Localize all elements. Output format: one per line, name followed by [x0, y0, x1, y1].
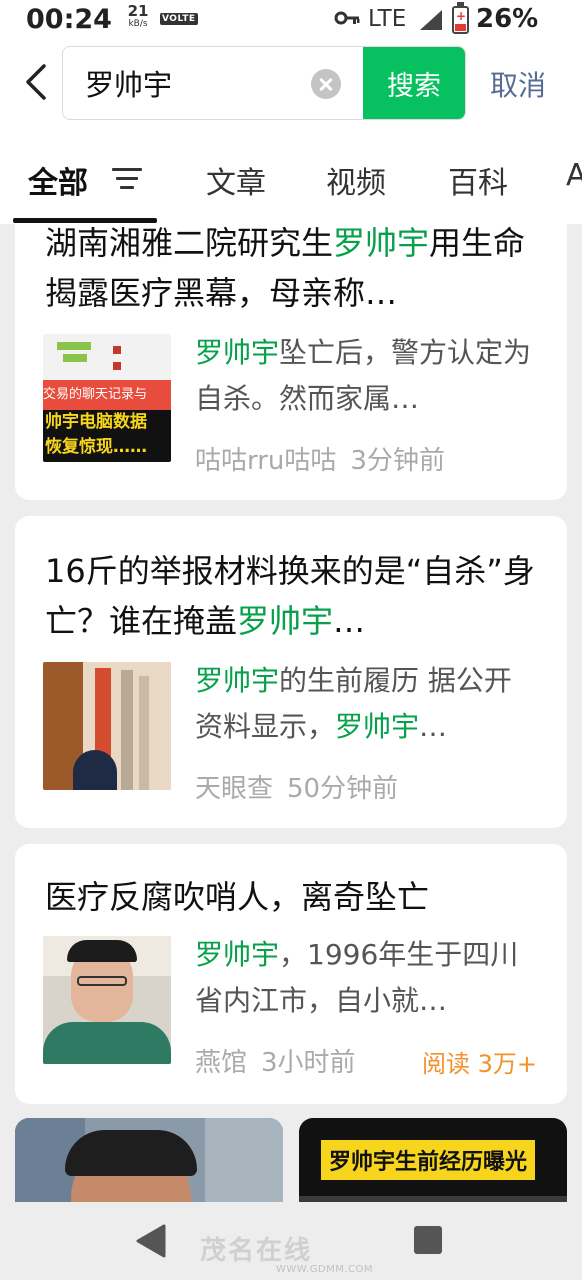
- status-bar: 00:24 21 kB/s VOLTE LTE + 26%: [0, 0, 582, 42]
- result-snippet: 罗帅宇坠亡后，警方认定为自杀。然而家属…: [195, 336, 532, 415]
- network-type: LTE: [368, 6, 407, 32]
- signal-icon: [420, 10, 442, 30]
- clear-icon[interactable]: [311, 69, 341, 99]
- result-thumbnail: [43, 662, 171, 790]
- result-source: 天眼查: [195, 774, 274, 804]
- tab-bar: 全部 文章 视频 百科 A: [0, 140, 582, 224]
- tab-encyclopedia[interactable]: 百科: [448, 158, 508, 202]
- result-time: 3分钟前: [350, 446, 445, 476]
- result-meta: 天眼查 50分钟前: [195, 768, 398, 805]
- result-snippet: 罗帅宇的生前履历 据公开资料显示，罗帅宇…: [195, 664, 512, 743]
- result-meta: 燕馆 3小时前: [195, 1042, 356, 1079]
- result-card-1[interactable]: 湖南湘雅二院研究生罗帅宇用生命揭露医疗黑幕，母亲称… 交易的聊天记录与 帅宇电脑…: [15, 224, 567, 500]
- read-count: 阅读 3万+: [421, 1050, 537, 1078]
- battery-percent: 26%: [476, 4, 539, 34]
- result-thumbnail: [43, 936, 171, 1064]
- tab-more[interactable]: A: [566, 158, 582, 193]
- net-speed-unit: kB/s: [128, 19, 148, 29]
- net-speed: 21 kB/s: [124, 2, 152, 31]
- battery-icon: +: [452, 2, 469, 34]
- result-source: 燕馆: [195, 1048, 248, 1078]
- nav-home-icon[interactable]: [272, 1224, 308, 1260]
- search-input[interactable]: [85, 61, 305, 105]
- result-card-2[interactable]: 16斤的举报材料换来的是“自杀”身亡？谁在掩盖罗帅宇… 罗帅宇的生前履历 据公开…: [15, 516, 567, 828]
- result-meta: 咕咕rru咕咕 3分钟前: [195, 440, 445, 477]
- tab-articles[interactable]: 文章: [206, 158, 266, 202]
- tab-all[interactable]: 全部: [28, 158, 88, 202]
- search-button[interactable]: 搜索: [363, 47, 465, 119]
- result-title: 16斤的举报材料换来的是“自杀”身亡？谁在掩盖罗帅宇…: [45, 552, 535, 640]
- result-source: 咕咕rru咕咕: [195, 446, 337, 476]
- results-list: 湖南湘雅二院研究生罗帅宇用生命揭露医疗黑幕，母亲称… 交易的聊天记录与 帅宇电脑…: [0, 224, 582, 1202]
- navigation-bar: 茂名在线 WWW.GDMM.COM: [0, 1202, 582, 1280]
- cancel-button[interactable]: 取消: [490, 64, 546, 104]
- watermark-url: WWW.GDMM.COM: [276, 1264, 374, 1275]
- net-speed-value: 21: [127, 2, 149, 20]
- result-thumbnail: 交易的聊天记录与 帅宇电脑数据 恢复惊现……: [43, 334, 171, 462]
- filter-icon[interactable]: [112, 166, 142, 192]
- result-card-3[interactable]: 医疗反腐吹哨人，离奇坠亡 罗帅宇，1996年生于四川省内江市，自小就… 燕馆 3小…: [15, 844, 567, 1104]
- tab-indicator: [13, 218, 157, 223]
- search-header: 搜索 取消: [0, 42, 582, 140]
- status-time: 00:24: [26, 4, 112, 35]
- back-arrow-icon[interactable]: [18, 62, 54, 102]
- video-tile-1[interactable]: [15, 1118, 283, 1202]
- key-icon: [334, 11, 360, 25]
- result-time: 3小时前: [261, 1048, 356, 1078]
- nav-recent-icon[interactable]: [414, 1226, 442, 1254]
- result-time: 50分钟前: [287, 774, 399, 804]
- result-title: 湖南湘雅二院研究生罗帅宇用生命揭露医疗黑幕，母亲称…: [45, 224, 526, 312]
- video-title: 罗帅宇生前经历曝光: [321, 1140, 536, 1180]
- search-box: 搜索: [62, 46, 466, 120]
- volte-badge: VOLTE: [160, 13, 198, 25]
- result-snippet: 罗帅宇，1996年生于四川省内江市，自小就…: [195, 938, 519, 1017]
- tab-videos[interactable]: 视频: [326, 158, 386, 202]
- nav-back-icon[interactable]: [136, 1224, 166, 1258]
- result-title: 医疗反腐吹哨人，离奇坠亡: [45, 878, 430, 916]
- video-tile-2[interactable]: 罗帅宇生前经历曝光: [299, 1118, 567, 1202]
